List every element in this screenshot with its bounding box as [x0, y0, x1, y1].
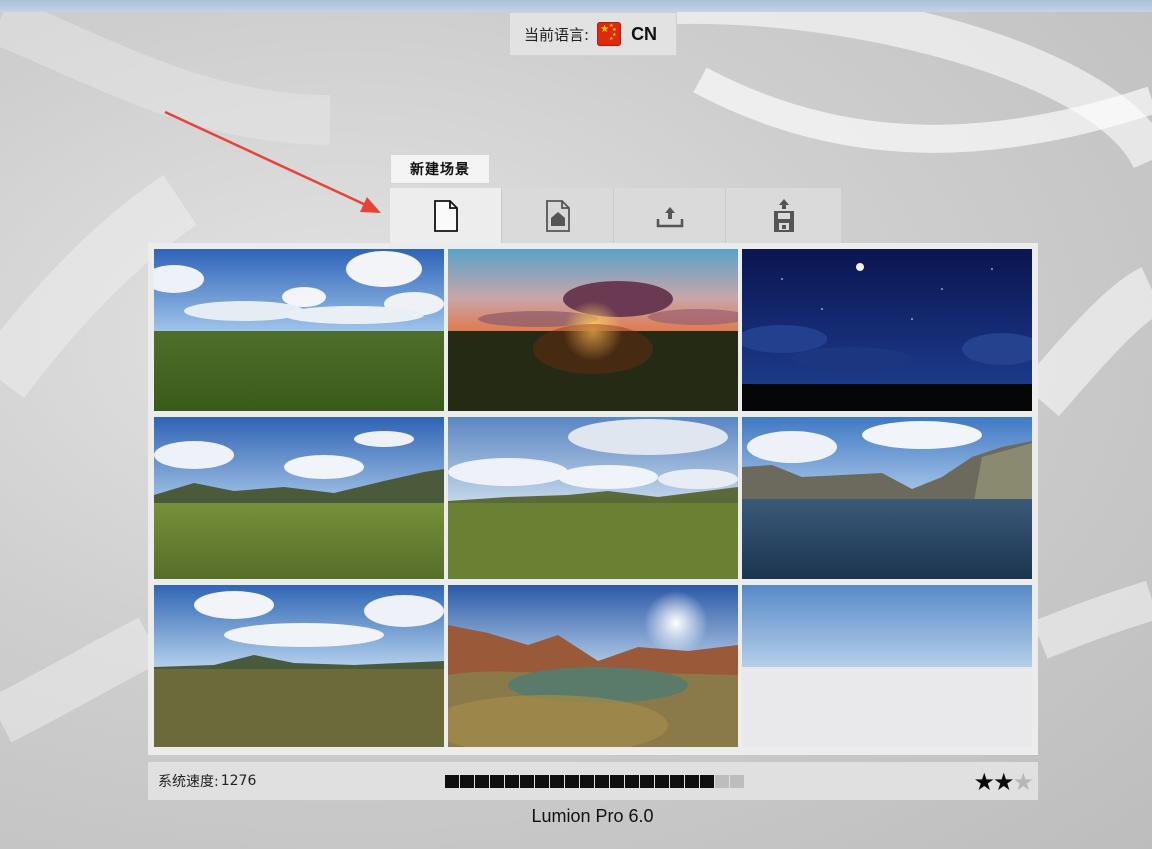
app-version: Lumion Pro 6.0 — [531, 806, 654, 826]
rating-star-icon: ★ — [973, 768, 994, 796]
main-toolbar — [390, 188, 841, 243]
load-scene-button[interactable] — [614, 188, 726, 243]
speed-meter-segment — [730, 775, 744, 788]
scene-picker-panel — [148, 243, 1038, 755]
status-bar: 系统速度: 1276 ★★★ — [148, 762, 1038, 800]
language-label: 当前语言: — [524, 25, 590, 44]
speed-meter-segment — [640, 775, 654, 788]
save-scene-button[interactable] — [726, 188, 841, 243]
speed-meter-segment — [655, 775, 669, 788]
language-selector[interactable]: 当前语言: ★ ★ ★ ★ ★ CN — [509, 12, 677, 56]
rating-star-icon: ★ — [1012, 768, 1033, 796]
speed-meter-segment — [595, 775, 609, 788]
speed-meter-segment — [565, 775, 579, 788]
new-scene-button[interactable] — [390, 188, 502, 243]
new-file-icon — [433, 199, 458, 232]
speed-meter-segment — [475, 775, 489, 788]
performance-rating: ★★★ — [973, 768, 1033, 796]
house-file-icon — [545, 199, 570, 232]
load-upload-icon — [656, 206, 683, 227]
system-speed-label: 系统速度: — [158, 774, 219, 790]
scene-mountain-lake[interactable] — [742, 417, 1032, 579]
speed-meter-segment — [460, 775, 474, 788]
speed-meter-segment — [445, 775, 459, 788]
language-code: CN — [631, 23, 658, 44]
scene-sunny-day[interactable] — [154, 249, 444, 411]
speed-meter-segment — [610, 775, 624, 788]
speed-meter — [445, 775, 744, 788]
system-speed-value: 1276 — [220, 773, 257, 789]
scene-night[interactable] — [742, 249, 1032, 411]
scene-coast-plain[interactable] — [154, 585, 444, 747]
scene-sunset[interactable] — [448, 249, 738, 411]
scene-desert-canyon[interactable] — [448, 585, 738, 747]
speed-meter-segment — [685, 775, 699, 788]
speed-meter-segment — [550, 775, 564, 788]
speed-meter-segment — [700, 775, 714, 788]
speed-meter-segment — [535, 775, 549, 788]
speed-meter-segment — [520, 775, 534, 788]
new-scene-tooltip: 新建场景 — [390, 154, 490, 184]
scene-empty-sky[interactable] — [742, 585, 1032, 747]
examples-button[interactable] — [502, 188, 614, 243]
speed-meter-segment — [505, 775, 519, 788]
speed-meter-segment — [715, 775, 729, 788]
china-flag-icon: ★ ★ ★ ★ ★ — [597, 22, 622, 46]
scene-hills-day[interactable] — [154, 417, 444, 579]
scene-cloudy-plain[interactable] — [448, 417, 738, 579]
title-strip — [0, 0, 1152, 12]
speed-meter-segment — [670, 775, 684, 788]
speed-meter-segment — [490, 775, 504, 788]
rating-star-icon: ★ — [992, 768, 1014, 796]
save-disk-icon — [773, 198, 794, 232]
speed-meter-segment — [580, 775, 594, 788]
speed-meter-segment — [625, 775, 639, 788]
scene-grid — [154, 249, 1032, 747]
